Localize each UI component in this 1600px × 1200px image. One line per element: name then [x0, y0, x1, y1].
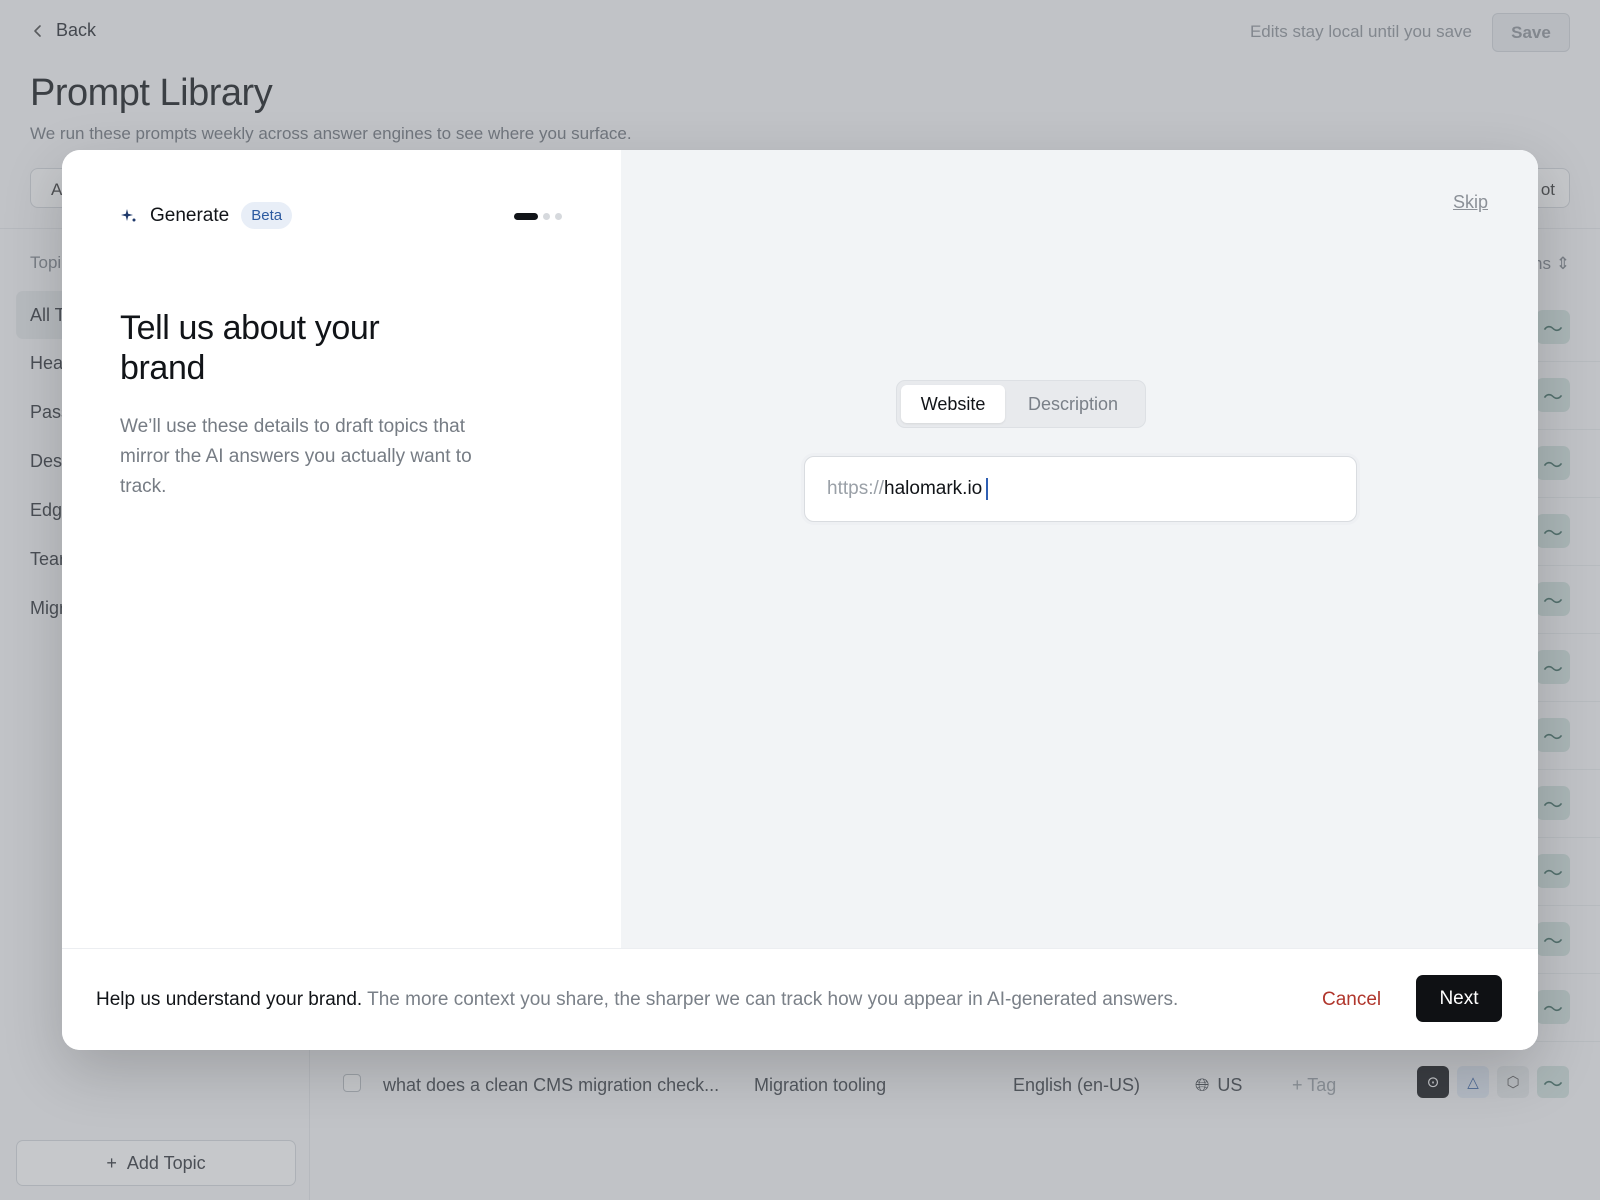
- generate-label: Generate: [150, 204, 230, 226]
- modal-headline: Tell us about your brand: [120, 309, 380, 387]
- step-dot-active: [514, 213, 538, 220]
- tab-description[interactable]: Description: [1005, 385, 1141, 423]
- step-indicator: [514, 213, 562, 220]
- url-value: halomark.io: [884, 478, 983, 499]
- sparkle-icon: [120, 207, 138, 225]
- modal-description: We’ll use these details to draft topics …: [120, 416, 472, 497]
- beta-badge: Beta: [241, 202, 293, 229]
- skip-link[interactable]: Skip: [1453, 192, 1488, 213]
- footer-strong-text: Help us understand your brand.: [96, 989, 363, 1010]
- modal-intro-panel: Generate Beta Tell us about your brand W…: [62, 150, 621, 948]
- source-segmented-control: Website Description: [896, 380, 1146, 428]
- next-button[interactable]: Next: [1416, 975, 1502, 1022]
- generate-brand-modal: Generate Beta Tell us about your brand W…: [62, 150, 1538, 1050]
- modal-input-panel: Skip: [621, 150, 1538, 948]
- cancel-button[interactable]: Cancel: [1322, 989, 1381, 1011]
- tab-website[interactable]: Website: [901, 385, 1006, 423]
- url-prefix: https://: [827, 478, 885, 499]
- text-caret: [986, 478, 989, 500]
- footer-weak-text: The more context you share, the sharper …: [367, 989, 1179, 1010]
- generate-header: Generate Beta: [120, 202, 293, 229]
- step-dot: [555, 213, 562, 220]
- step-dot: [543, 213, 550, 220]
- footer-help-text: Help us understand your brand. The more …: [96, 989, 1178, 1011]
- modal-footer: Help us understand your brand. The more …: [62, 948, 1538, 1050]
- website-url-input[interactable]: https:// halomark.io: [804, 456, 1357, 522]
